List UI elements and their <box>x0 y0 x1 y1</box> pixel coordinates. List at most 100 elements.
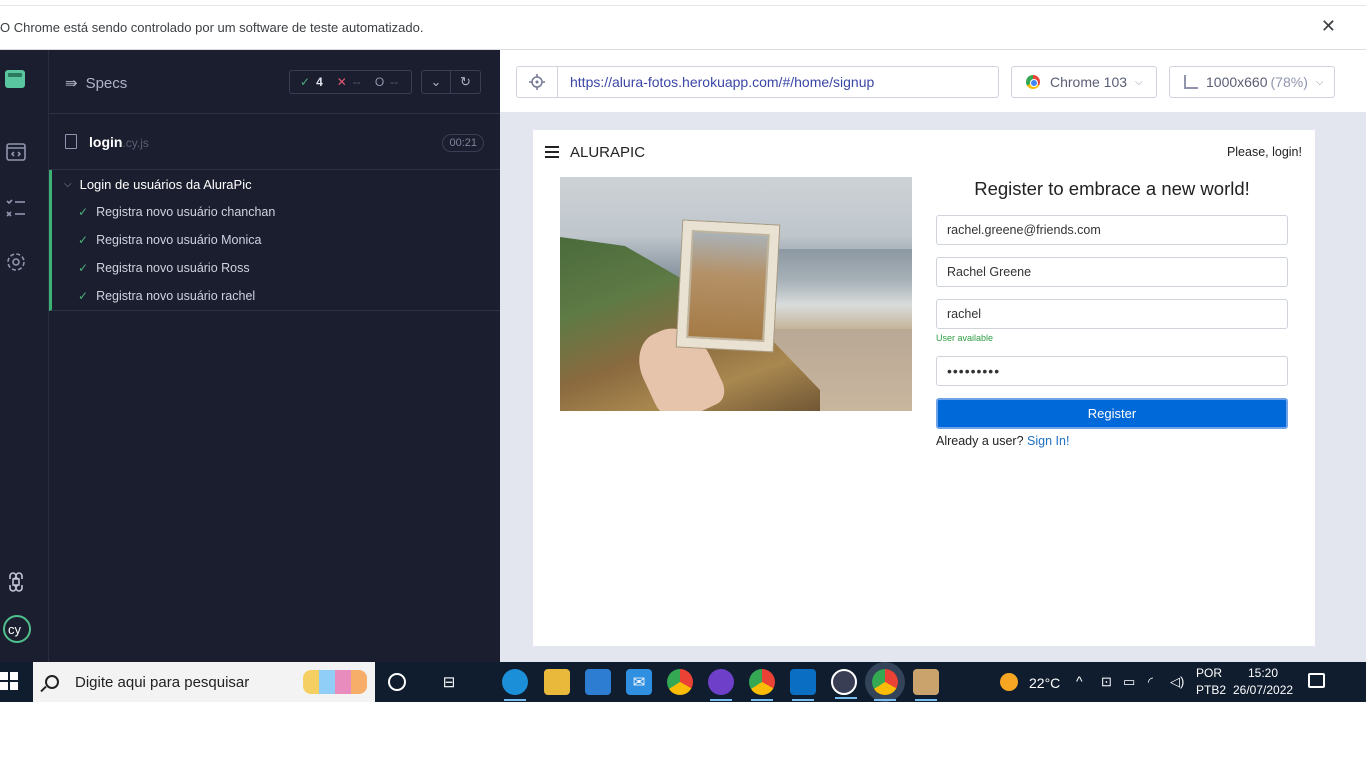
crosshair-icon <box>529 74 545 90</box>
search-icon <box>45 675 59 689</box>
suite-title: Login de usuários da AluraPic <box>79 176 252 192</box>
chevron-down-icon: ⌵ <box>1135 76 1143 88</box>
viewport-size: 1000x660 <box>1206 74 1268 90</box>
spec-file-name: login.cy.js <box>89 134 149 150</box>
url-text: https://alura-fotos.herokuapp.com/#/home… <box>570 74 875 90</box>
edge-icon[interactable] <box>502 669 528 701</box>
app-brand[interactable]: ALURAPIC <box>570 144 645 161</box>
chrome-taskbar-icon[interactable] <box>667 669 693 695</box>
hero-photo <box>560 177 912 411</box>
volume-icon[interactable]: ◁) <box>1170 674 1184 690</box>
runs-icon[interactable] <box>4 140 28 164</box>
specs-header: ⇛ Specs ✓ 4 ✕ -- O -- ⌄ ↻ <box>49 50 500 114</box>
test-row[interactable]: ✓ Registra novo usuário chanchan <box>52 198 500 226</box>
specs-toggle-icon: ⇛ <box>65 75 78 92</box>
mail-icon[interactable]: ✉ <box>626 669 652 695</box>
keyboard-shortcuts-icon[interactable] <box>4 570 28 594</box>
browser-selector[interactable]: Chrome 103 ⌵ <box>1011 66 1157 98</box>
specs-panel: ⇛ Specs ✓ 4 ✕ -- O -- ⌄ ↻ login.cy.js 00… <box>49 50 500 662</box>
register-button[interactable]: Register <box>936 398 1288 429</box>
email-field[interactable]: rachel.greene@friends.com <box>936 215 1288 245</box>
spec-duration-badge: 00:21 <box>442 134 484 152</box>
app-logo-icon[interactable] <box>5 70 25 88</box>
pending-spinner-icon: O <box>374 75 385 89</box>
suite-title-row[interactable]: ⌵ Login de usuários da AluraPic <box>52 170 500 198</box>
already-user-text: Already a user? Sign In! <box>936 434 1288 448</box>
cypress-taskbar-icon[interactable] <box>831 669 857 699</box>
test-title: Registra novo usuário Monica <box>96 233 262 247</box>
full-name-field[interactable]: Rachel Greene <box>936 257 1288 287</box>
password-field[interactable]: ••••••••• <box>936 356 1288 386</box>
language-code[interactable]: POR <box>1196 666 1222 680</box>
pending-count: -- <box>390 75 399 89</box>
passed-check-icon: ✓ <box>78 261 89 275</box>
passed-check-icon: ✓ <box>78 233 89 247</box>
specs-list-icon[interactable] <box>4 196 28 220</box>
windows-start-icon[interactable] <box>0 672 18 690</box>
cypress-side-rail: cy <box>0 50 49 662</box>
task-view-icon[interactable]: ⊟ <box>436 669 462 695</box>
weather-temp[interactable]: 22°C <box>1029 675 1060 691</box>
microsoft-store-icon[interactable] <box>585 669 611 695</box>
test-row[interactable]: ✓ Registra novo usuário rachel <box>52 282 500 310</box>
aut-toolbar: https://alura-fotos.herokuapp.com/#/home… <box>500 50 1366 113</box>
tray-chevron-up-icon[interactable]: ^ <box>1076 673 1083 689</box>
clock-date[interactable]: 26/07/2022 <box>1233 683 1293 697</box>
settings-gear-icon[interactable] <box>4 250 28 274</box>
aut-browser-area: https://alura-fotos.herokuapp.com/#/home… <box>500 50 1366 662</box>
infobar-text: O Chrome está sendo controlado por um so… <box>0 20 424 35</box>
passed-check-icon: ✓ <box>78 289 89 303</box>
chrome-taskbar-icon-2[interactable] <box>749 669 775 701</box>
collapse-button[interactable]: ⌄ <box>421 70 451 94</box>
test-title: Registra novo usuário rachel <box>96 289 256 303</box>
vscode-icon[interactable] <box>790 669 816 701</box>
notifications-icon[interactable] <box>1308 673 1325 688</box>
specs-title-label: Specs <box>85 74 128 92</box>
cypress-logo-icon[interactable]: cy <box>2 614 32 644</box>
cortana-icon[interactable] <box>388 673 406 691</box>
github-desktop-icon[interactable] <box>708 669 734 701</box>
chevron-down-icon: ⌵ <box>1315 76 1324 88</box>
browser-name: Chrome 103 <box>1050 74 1128 90</box>
file-explorer-icon[interactable] <box>544 669 570 695</box>
specs-title[interactable]: ⇛ Specs <box>65 74 128 93</box>
weather-sun-icon[interactable] <box>1000 673 1018 691</box>
viewport-selector[interactable]: 1000x660 (78%) ⌵ <box>1169 66 1335 98</box>
infobar-close-icon[interactable]: ✕ <box>1321 16 1336 37</box>
taskbar-search[interactable]: Digite aqui para pesquisar <box>33 662 375 702</box>
photo-frame <box>676 220 780 352</box>
chevron-down-icon: ⌄ <box>430 74 442 89</box>
paint-icon[interactable] <box>913 669 939 701</box>
test-suite: ⌵ Login de usuários da AluraPic ✓ Regist… <box>49 170 500 311</box>
please-login-text: Please, login! <box>1226 145 1302 159</box>
selector-playground-button[interactable] <box>517 67 558 97</box>
rerun-button[interactable]: ↻ <box>451 70 481 94</box>
chrome-active-icon[interactable] <box>872 669 898 701</box>
document-icon <box>65 134 77 149</box>
search-highlight-illustration <box>303 670 367 694</box>
test-title: Registra novo usuário Ross <box>96 261 250 275</box>
test-row[interactable]: ✓ Registra novo usuário Ross <box>52 254 500 282</box>
clock-time[interactable]: 15:20 <box>1248 666 1278 680</box>
ruler-icon <box>1184 75 1198 89</box>
passed-check-icon: ✓ <box>78 205 89 219</box>
keyboard-layout[interactable]: PTB2 <box>1196 683 1226 697</box>
test-stats: ✓ 4 ✕ -- O -- <box>289 70 412 94</box>
url-bar[interactable]: https://alura-fotos.herokuapp.com/#/home… <box>516 66 999 98</box>
app-under-test: ALURAPIC Please, login! Register to embr… <box>533 130 1315 646</box>
chrome-icon <box>1026 75 1040 89</box>
windows-taskbar: Digite aqui para pesquisar ⊟ ✉ 22°C ^ ⊡ … <box>0 662 1366 702</box>
spec-file-extension: .cy.js <box>122 136 149 150</box>
chevron-down-icon: ⌵ <box>64 178 72 190</box>
hamburger-menu-icon[interactable] <box>545 146 559 158</box>
form-title: Register to embrace a new world! <box>974 178 1250 199</box>
sign-in-link[interactable]: Sign In! <box>1027 434 1069 448</box>
username-field[interactable]: rachel <box>936 299 1288 329</box>
already-user-label: Already a user? <box>936 434 1024 448</box>
test-row[interactable]: ✓ Registra novo usuário Monica <box>52 226 500 254</box>
test-title: Registra novo usuário chanchan <box>96 205 276 219</box>
spec-file-row[interactable]: login.cy.js 00:21 <box>49 114 500 170</box>
battery-icon[interactable]: ▭ <box>1123 674 1135 690</box>
tray-device-icon[interactable]: ⊡ <box>1101 674 1112 690</box>
wifi-icon[interactable]: ◜ <box>1148 674 1153 690</box>
